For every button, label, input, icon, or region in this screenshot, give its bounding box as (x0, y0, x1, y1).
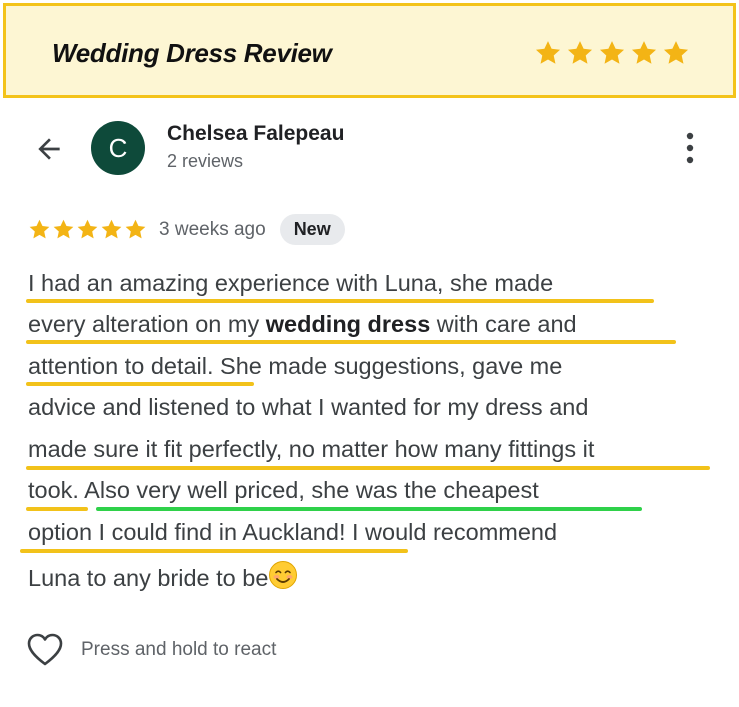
star-icon (125, 219, 146, 239)
banner-star-rating (534, 39, 690, 67)
review-time: 3 weeks ago (159, 218, 266, 240)
avatar[interactable]: C (91, 121, 145, 175)
review-line: every alteration on my wedding dress wit… (28, 311, 577, 337)
highlight-underline (26, 299, 654, 303)
avatar-initial: C (108, 132, 128, 163)
highlight-underline-green (96, 507, 642, 511)
highlight-underline (20, 549, 408, 553)
react-label: Press and hold to react (81, 639, 277, 660)
react-button[interactable]: Press and hold to react (27, 633, 276, 667)
highlight-underline (26, 507, 88, 511)
star-icon (77, 219, 98, 239)
arrow-left-icon[interactable] (33, 133, 65, 165)
star-icon (567, 41, 593, 64)
review-line: option I could find in Auckland! I would… (28, 519, 558, 545)
reviewer-review-count: 2 reviews (167, 151, 244, 171)
emphasis-text: wedding dress (265, 311, 431, 337)
review-line: advice and listened to what I wanted for… (28, 394, 589, 420)
new-badge: New (279, 214, 345, 245)
heart-outline-icon (27, 633, 63, 666)
star-icon (599, 41, 625, 64)
highlight-underline (26, 466, 710, 470)
star-icon (535, 41, 561, 64)
star-icon (53, 219, 74, 239)
highlight-underline (26, 382, 254, 386)
more-vert-icon[interactable] (684, 131, 696, 165)
star-icon (101, 219, 122, 239)
review-banner: Wedding Dress Review (3, 3, 736, 98)
review-line: attention to detail. She made suggestion… (28, 353, 563, 379)
smiling-face-emoji (269, 561, 298, 589)
review-star-rating (28, 218, 147, 241)
banner-title: Wedding Dress Review (52, 38, 332, 68)
star-icon (29, 219, 50, 239)
star-icon (631, 41, 657, 64)
review-line: Luna to any bride to be (28, 560, 298, 592)
review-line: I had an amazing experience with Luna, s… (28, 270, 554, 296)
star-icon (663, 41, 689, 64)
review-line: made sure it fit perfectly, no matter ho… (28, 436, 595, 462)
review-line: took. Also very well priced, she was the… (28, 477, 539, 503)
reviewer-name[interactable]: Chelsea Falepeau (167, 122, 344, 146)
highlight-underline (26, 340, 676, 344)
review-meta: 3 weeks ago New (28, 214, 345, 245)
